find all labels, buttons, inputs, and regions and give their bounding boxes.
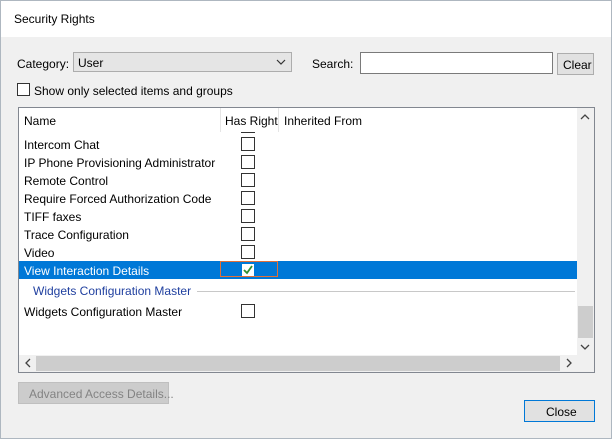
horizontal-scroll-thumb[interactable]: [36, 356, 560, 371]
list-item[interactable]: Widgets Configuration Master: [19, 302, 577, 320]
advanced-access-details-label: Advanced Access Details...: [29, 387, 174, 401]
has-right-checkbox[interactable]: [241, 245, 255, 259]
column-header-inherited-from[interactable]: Inherited From: [284, 114, 362, 128]
group-title: Widgets Configuration Master: [33, 284, 192, 298]
has-right-checkbox[interactable]: [241, 191, 255, 205]
list-item[interactable]: TIFF faxes: [19, 207, 577, 225]
vertical-scroll-thumb[interactable]: [578, 306, 593, 338]
row-name: IP Phone Provisioning Administrator: [24, 156, 216, 170]
list-item-selected[interactable]: View Interaction Details: [19, 261, 577, 279]
category-label: Category:: [17, 57, 70, 71]
show-selected-checkbox[interactable]: [17, 83, 30, 96]
category-select[interactable]: User: [73, 52, 292, 72]
advanced-access-details-button[interactable]: Advanced Access Details...: [18, 382, 174, 404]
column-header-name[interactable]: Name: [24, 114, 56, 128]
clear-button[interactable]: Clear: [557, 53, 594, 75]
close-button-label: Close: [546, 405, 577, 419]
list-header: Name Has Right Inherited From: [19, 108, 577, 132]
focus-rectangle: [220, 261, 278, 277]
scroll-right-icon[interactable]: [564, 358, 574, 368]
has-right-checkbox[interactable]: [241, 137, 255, 151]
row-name: Widgets Configuration Master: [24, 305, 183, 319]
row-name: Trace Configuration: [24, 228, 129, 242]
row-name: Require Forced Authorization Code: [24, 192, 212, 206]
scroll-up-icon[interactable]: [580, 112, 590, 122]
column-divider[interactable]: [278, 108, 279, 132]
dialog-title: Security Rights: [14, 12, 95, 26]
search-input[interactable]: [360, 52, 553, 74]
rights-list[interactable]: Follow Me Intercom Chat IP Phone Provisi…: [18, 107, 595, 373]
group-divider: [197, 291, 575, 292]
has-right-checkbox[interactable]: [241, 304, 255, 318]
category-value: User: [78, 56, 104, 70]
scroll-corner: [577, 355, 594, 372]
row-name: Remote Control: [24, 174, 109, 188]
scroll-down-icon[interactable]: [580, 342, 590, 352]
clear-button-label: Clear: [563, 58, 592, 72]
list-item[interactable]: IP Phone Provisioning Administrator: [19, 153, 577, 171]
row-name: Video: [24, 246, 55, 260]
row-name: TIFF faxes: [24, 210, 82, 224]
list-item[interactable]: Video: [19, 243, 577, 261]
title-bar: Security Rights: [1, 1, 611, 37]
show-selected-label: Show only selected items and groups: [34, 84, 233, 98]
row-name: View Interaction Details: [24, 264, 150, 278]
close-button[interactable]: Close: [524, 400, 595, 422]
has-right-checkbox[interactable]: [241, 227, 255, 241]
list-rows: Follow Me Intercom Chat IP Phone Provisi…: [19, 126, 577, 362]
has-right-checkbox[interactable]: [241, 155, 255, 169]
list-item[interactable]: Trace Configuration: [19, 225, 577, 243]
column-divider[interactable]: [220, 108, 221, 132]
row-name: Intercom Chat: [24, 138, 100, 152]
horizontal-scrollbar[interactable]: [19, 355, 577, 372]
search-label: Search:: [312, 57, 354, 71]
list-item[interactable]: Remote Control: [19, 171, 577, 189]
column-header-has-right[interactable]: Has Right: [225, 114, 278, 128]
list-item[interactable]: Intercom Chat: [19, 135, 577, 153]
vertical-scrollbar[interactable]: [577, 108, 594, 356]
chevron-down-icon: [276, 59, 286, 65]
scroll-left-icon[interactable]: [23, 358, 33, 368]
has-right-checkbox[interactable]: [241, 209, 255, 223]
list-item[interactable]: Require Forced Authorization Code: [19, 189, 577, 207]
has-right-checkbox[interactable]: [241, 173, 255, 187]
security-rights-dialog: Security Rights Category: User Search: C…: [0, 0, 612, 439]
group-header: Widgets Configuration Master: [19, 280, 577, 300]
